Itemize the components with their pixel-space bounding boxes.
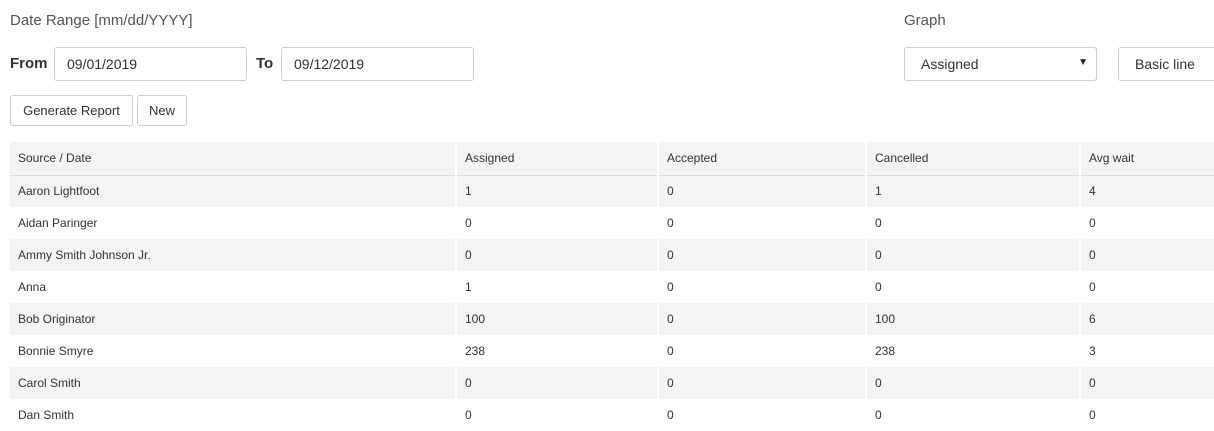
- from-date-input[interactable]: [54, 47, 247, 81]
- cell-assigned: 238: [455, 335, 658, 367]
- cell-source: Aaron Lightfoot: [18, 184, 100, 199]
- date-range-label: Date Range [mm/dd/YYYY]: [10, 12, 193, 29]
- cell-accepted: 0: [657, 271, 866, 303]
- table-row: Bonnie Smyre 238 0 238 3: [10, 335, 1214, 367]
- cell-accepted: 0: [657, 303, 866, 335]
- graph-metric-value: Assigned: [921, 56, 979, 72]
- report-table: Source / Date Assigned Accepted Cancelle…: [10, 142, 1214, 431]
- cell-avg-wait: 6: [1079, 303, 1214, 335]
- cell-assigned: 1: [455, 175, 658, 207]
- cell-cancelled: 238: [865, 335, 1080, 367]
- cell-cancelled: 1: [865, 175, 1080, 207]
- cell-cancelled: 0: [865, 271, 1080, 303]
- cell-cancelled: 0: [865, 207, 1080, 239]
- cell-source: Aidan Paringer: [18, 216, 98, 230]
- column-header-avg-wait[interactable]: Avg wait: [1079, 142, 1214, 176]
- column-header-assigned[interactable]: Assigned: [455, 142, 658, 176]
- cell-source: Ammy Smith Johnson Jr.: [18, 248, 151, 262]
- cell-avg-wait: 0: [1079, 271, 1214, 303]
- to-label: To: [256, 55, 274, 72]
- cell-assigned: 0: [455, 239, 658, 271]
- cell-assigned: 1: [455, 271, 658, 303]
- cell-avg-wait: 0: [1079, 239, 1214, 271]
- cell-cancelled: 0: [865, 239, 1080, 271]
- cell-avg-wait: 0: [1079, 367, 1214, 399]
- graph-label: Graph: [904, 12, 946, 29]
- cell-accepted: 0: [657, 399, 866, 431]
- table-row: Aaron Lightfoot 1 0 1 4: [10, 175, 1214, 207]
- column-header-accepted[interactable]: Accepted: [657, 142, 866, 176]
- cell-accepted: 0: [657, 207, 866, 239]
- table-row: Aidan Paringer 0 0 0 0: [10, 207, 1214, 239]
- cell-source: Bob Originator: [18, 312, 96, 326]
- cell-cancelled: 0: [865, 399, 1080, 431]
- cell-source: Anna: [18, 280, 47, 294]
- column-header-source[interactable]: Source / Date: [10, 142, 456, 176]
- from-label: From: [10, 55, 48, 72]
- table-row: Ammy Smith Johnson Jr. 0 0 0 0: [10, 239, 1214, 271]
- cell-source: Carol Smith: [18, 376, 81, 390]
- cell-avg-wait: 0: [1079, 399, 1214, 431]
- cell-assigned: 0: [455, 399, 658, 431]
- cell-avg-wait: 4: [1079, 175, 1214, 207]
- new-button[interactable]: New: [137, 95, 187, 126]
- cell-cancelled: 100: [865, 303, 1080, 335]
- cell-source: Dan Smith: [18, 408, 75, 422]
- graph-metric-select[interactable]: Assigned ▼: [904, 47, 1097, 81]
- cell-source: Bonnie Smyre: [18, 344, 94, 358]
- cell-accepted: 0: [657, 367, 866, 399]
- column-header-cancelled[interactable]: Cancelled: [865, 142, 1080, 176]
- caret-down-icon: ▼: [1078, 57, 1088, 68]
- table-header-row: Source / Date Assigned Accepted Cancelle…: [10, 142, 1214, 176]
- cell-accepted: 0: [657, 175, 866, 207]
- cell-avg-wait: 0: [1079, 207, 1214, 239]
- cell-assigned: 0: [455, 367, 658, 399]
- generate-report-button[interactable]: Generate Report: [10, 95, 133, 126]
- cell-accepted: 0: [657, 239, 866, 271]
- table-row: Carol Smith 0 0 0 0: [10, 367, 1214, 399]
- cell-accepted: 0: [657, 335, 866, 367]
- to-date-input[interactable]: [281, 47, 474, 81]
- table-row: Dan Smith 0 0 0 0: [10, 399, 1214, 431]
- cell-avg-wait: 3: [1079, 335, 1214, 367]
- cell-assigned: 100: [455, 303, 658, 335]
- graph-type-select[interactable]: Basic line: [1118, 47, 1214, 81]
- table-row: Anna 1 0 0 0: [10, 271, 1214, 303]
- cell-cancelled: 0: [865, 367, 1080, 399]
- table-row: Bob Originator 100 0 100 6: [10, 303, 1214, 335]
- cell-assigned: 0: [455, 207, 658, 239]
- graph-type-value: Basic line: [1135, 56, 1195, 72]
